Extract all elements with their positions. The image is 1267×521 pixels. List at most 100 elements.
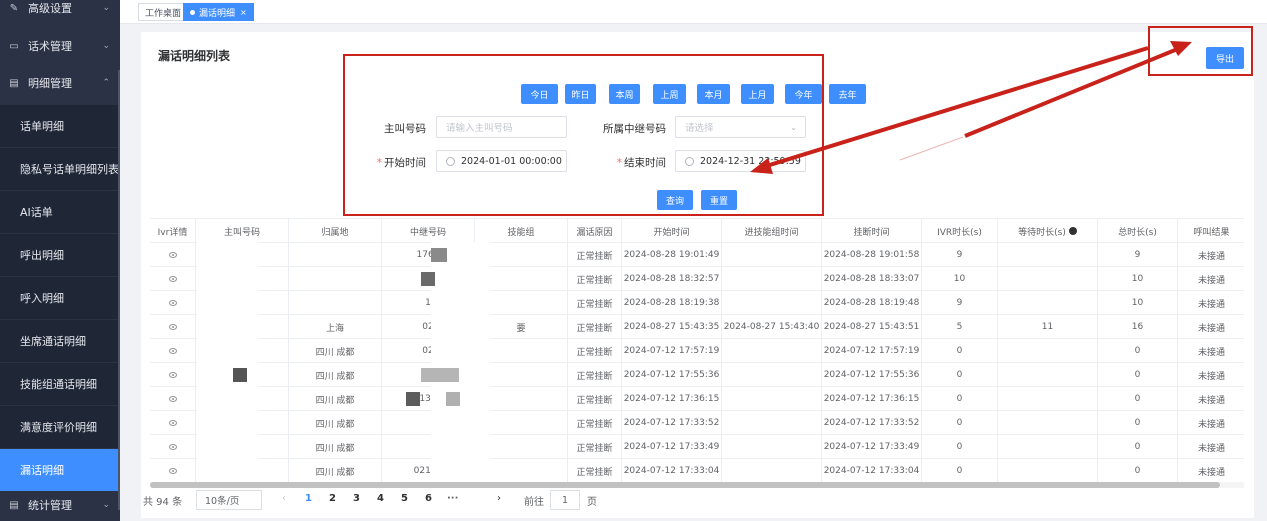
sidebar-item-statistics[interactable]: ▤ 统计管理 ⌄ — [0, 484, 120, 521]
page-size-select[interactable]: 10条/页 — [196, 490, 262, 510]
table-cell — [998, 267, 1098, 291]
table-cell: 未接通 — [1178, 387, 1244, 411]
ivr-detail-cell[interactable] — [150, 291, 196, 315]
col-header[interactable]: 进技能组时间 — [722, 219, 822, 243]
sidebar-item-skill-group-detail[interactable]: 技能组通话明细 — [0, 363, 120, 405]
page-ellipsis[interactable]: ··· — [447, 493, 458, 504]
table-cell — [722, 363, 822, 387]
ivr-detail-cell[interactable] — [150, 267, 196, 291]
table-cell: 10 — [1098, 291, 1178, 315]
table-cell: 四川 成都 — [289, 411, 382, 435]
table-cell — [998, 459, 1098, 483]
ivr-detail-cell[interactable] — [150, 243, 196, 267]
table-cell: 四川 成都 — [289, 363, 382, 387]
table-row[interactable]: 520四川 成都正常挂断2024-07-12 17:33:522024-07-1… — [150, 411, 1244, 435]
table-cell: 未接通 — [1178, 459, 1244, 483]
table-cell — [722, 243, 822, 267]
eye-icon[interactable] — [168, 468, 177, 474]
help-icon[interactable] — [1068, 227, 1077, 235]
next-page-icon[interactable]: › — [497, 493, 501, 504]
table-row[interactable]: 891767正常挂断2024-08-28 19:01:492024-08-28 … — [150, 243, 1244, 267]
ivr-detail-cell[interactable] — [150, 411, 196, 435]
table-cell: 未接通 — [1178, 267, 1244, 291]
table-row[interactable]: 520四川 成都正常挂断2024-07-12 17:33:492024-07-1… — [150, 435, 1244, 459]
col-header[interactable]: 等待时长(s) — [998, 219, 1098, 243]
eye-icon[interactable] — [168, 252, 177, 258]
table-cell: 四川 成都 — [289, 339, 382, 363]
close-icon[interactable]: × — [240, 8, 247, 17]
table-cell — [998, 435, 1098, 459]
col-header[interactable]: 主叫号码 — [196, 219, 289, 243]
page-button[interactable]: 3 — [353, 493, 360, 504]
eye-icon[interactable] — [168, 348, 177, 354]
table-cell: 2024-07-12 17:55:36 — [622, 363, 722, 387]
table-cell: 2024-07-12 17:33:49 — [822, 435, 922, 459]
sidebar-item-outbound-detail[interactable]: 呼出明细 — [0, 234, 120, 276]
col-header[interactable]: IVR时长(s) — [922, 219, 998, 243]
eye-icon[interactable] — [168, 324, 177, 330]
page-button[interactable]: 6 — [425, 493, 432, 504]
horizontal-scrollbar[interactable] — [150, 482, 1244, 488]
table-row[interactable]: 891正常挂断2024-08-28 18:32:572024-08-28 18:… — [150, 267, 1244, 291]
col-header[interactable]: 中继号码 — [382, 219, 475, 243]
table-cell: 未接通 — [1178, 411, 1244, 435]
ivr-detail-cell[interactable] — [150, 315, 196, 339]
sidebar-item-script-management[interactable]: ▭ 话术管理 ⌄ — [0, 25, 120, 67]
table-body: 891767正常挂断2024-08-28 19:01:492024-08-28 … — [150, 243, 1244, 483]
prev-page-icon[interactable]: ‹ — [282, 493, 286, 504]
col-header[interactable]: 呼叫结果 — [1178, 219, 1244, 243]
table-cell: 2024-07-12 17:55:36 — [822, 363, 922, 387]
table-cell — [722, 267, 822, 291]
col-header[interactable]: 开始时间 — [622, 219, 722, 243]
table-cell: 正常挂断 — [568, 387, 622, 411]
sidebar-item-inbound-detail[interactable]: 呼入明细 — [0, 277, 120, 319]
table-row[interactable]: 13 520四川 成都02正常挂断2024-07-12 17:55:362024… — [150, 363, 1244, 387]
table-cell: 2024-08-27 15:43:51 — [822, 315, 922, 339]
col-header[interactable]: Ivr详情 — [150, 219, 196, 243]
ivr-detail-cell[interactable] — [150, 435, 196, 459]
table-cell — [998, 339, 1098, 363]
sidebar-item-ai-call[interactable]: AI话单 — [0, 191, 120, 233]
table-row[interactable]: 520四川 成都02131正常挂断2024-07-12 17:33:042024… — [150, 459, 1244, 483]
eye-icon[interactable] — [168, 372, 177, 378]
ivr-detail-cell[interactable] — [150, 387, 196, 411]
table-row[interactable]: 891正常挂断2024-08-28 18:19:382024-08-28 18:… — [150, 291, 1244, 315]
sidebar-scrollbar[interactable] — [118, 70, 120, 510]
eye-icon[interactable] — [168, 444, 177, 450]
table-row[interactable]: 13 520四川 成都02正常挂断2024-07-12 17:57:192024… — [150, 339, 1244, 363]
table-cell — [289, 291, 382, 315]
table-row[interactable]: 13 520四川 成都131正常挂断2024-07-12 17:36:15202… — [150, 387, 1244, 411]
eye-icon[interactable] — [168, 420, 177, 426]
col-header[interactable]: 挂断时间 — [822, 219, 922, 243]
tab-workspace[interactable]: 工作桌面 — [138, 3, 189, 21]
filter-last-year-button[interactable]: 去年 — [829, 84, 866, 104]
eye-icon[interactable] — [168, 276, 177, 282]
sidebar-item-privacy-call-detail[interactable]: 隐私号话单明细列表 — [0, 148, 120, 190]
col-header[interactable]: 漏话原因 — [568, 219, 622, 243]
col-header[interactable]: 总时长(s) — [1098, 219, 1178, 243]
tab-bar: 工作桌面 漏话明细 × — [120, 0, 1267, 24]
eye-icon[interactable] — [168, 396, 177, 402]
goto-page-input[interactable]: 1 — [550, 490, 580, 510]
ivr-detail-cell[interactable] — [150, 363, 196, 387]
sidebar-item-call-detail[interactable]: 话单明细 — [0, 105, 120, 147]
table-row[interactable]: 840上海02要正常挂断2024-08-27 15:43:352024-08-2… — [150, 315, 1244, 339]
eye-icon[interactable] — [168, 300, 177, 306]
sidebar-item-agent-call-detail[interactable]: 坐席通话明细 — [0, 320, 120, 362]
col-header[interactable]: 归属地 — [289, 219, 382, 243]
page-button[interactable]: 5 — [401, 493, 408, 504]
ivr-detail-cell[interactable] — [150, 459, 196, 483]
table-cell — [722, 435, 822, 459]
sidebar-item-satisfaction-detail[interactable]: 满意度评价明细 — [0, 406, 120, 448]
table-cell — [998, 291, 1098, 315]
scrollbar-thumb[interactable] — [150, 482, 1220, 488]
document-icon: ▤ — [9, 77, 19, 89]
table-cell: 2024-07-12 17:33:04 — [822, 459, 922, 483]
tab-missed-call-detail[interactable]: 漏话明细 × — [183, 3, 254, 21]
ivr-detail-cell[interactable] — [150, 339, 196, 363]
page-button[interactable]: 4 — [377, 493, 384, 504]
page-button[interactable]: 2 — [329, 493, 336, 504]
sidebar-item-detail-management[interactable]: ▤ 明细管理 ⌃ — [0, 62, 120, 104]
page-button[interactable]: 1 — [305, 493, 312, 504]
col-header[interactable]: 技能组 — [475, 219, 568, 243]
